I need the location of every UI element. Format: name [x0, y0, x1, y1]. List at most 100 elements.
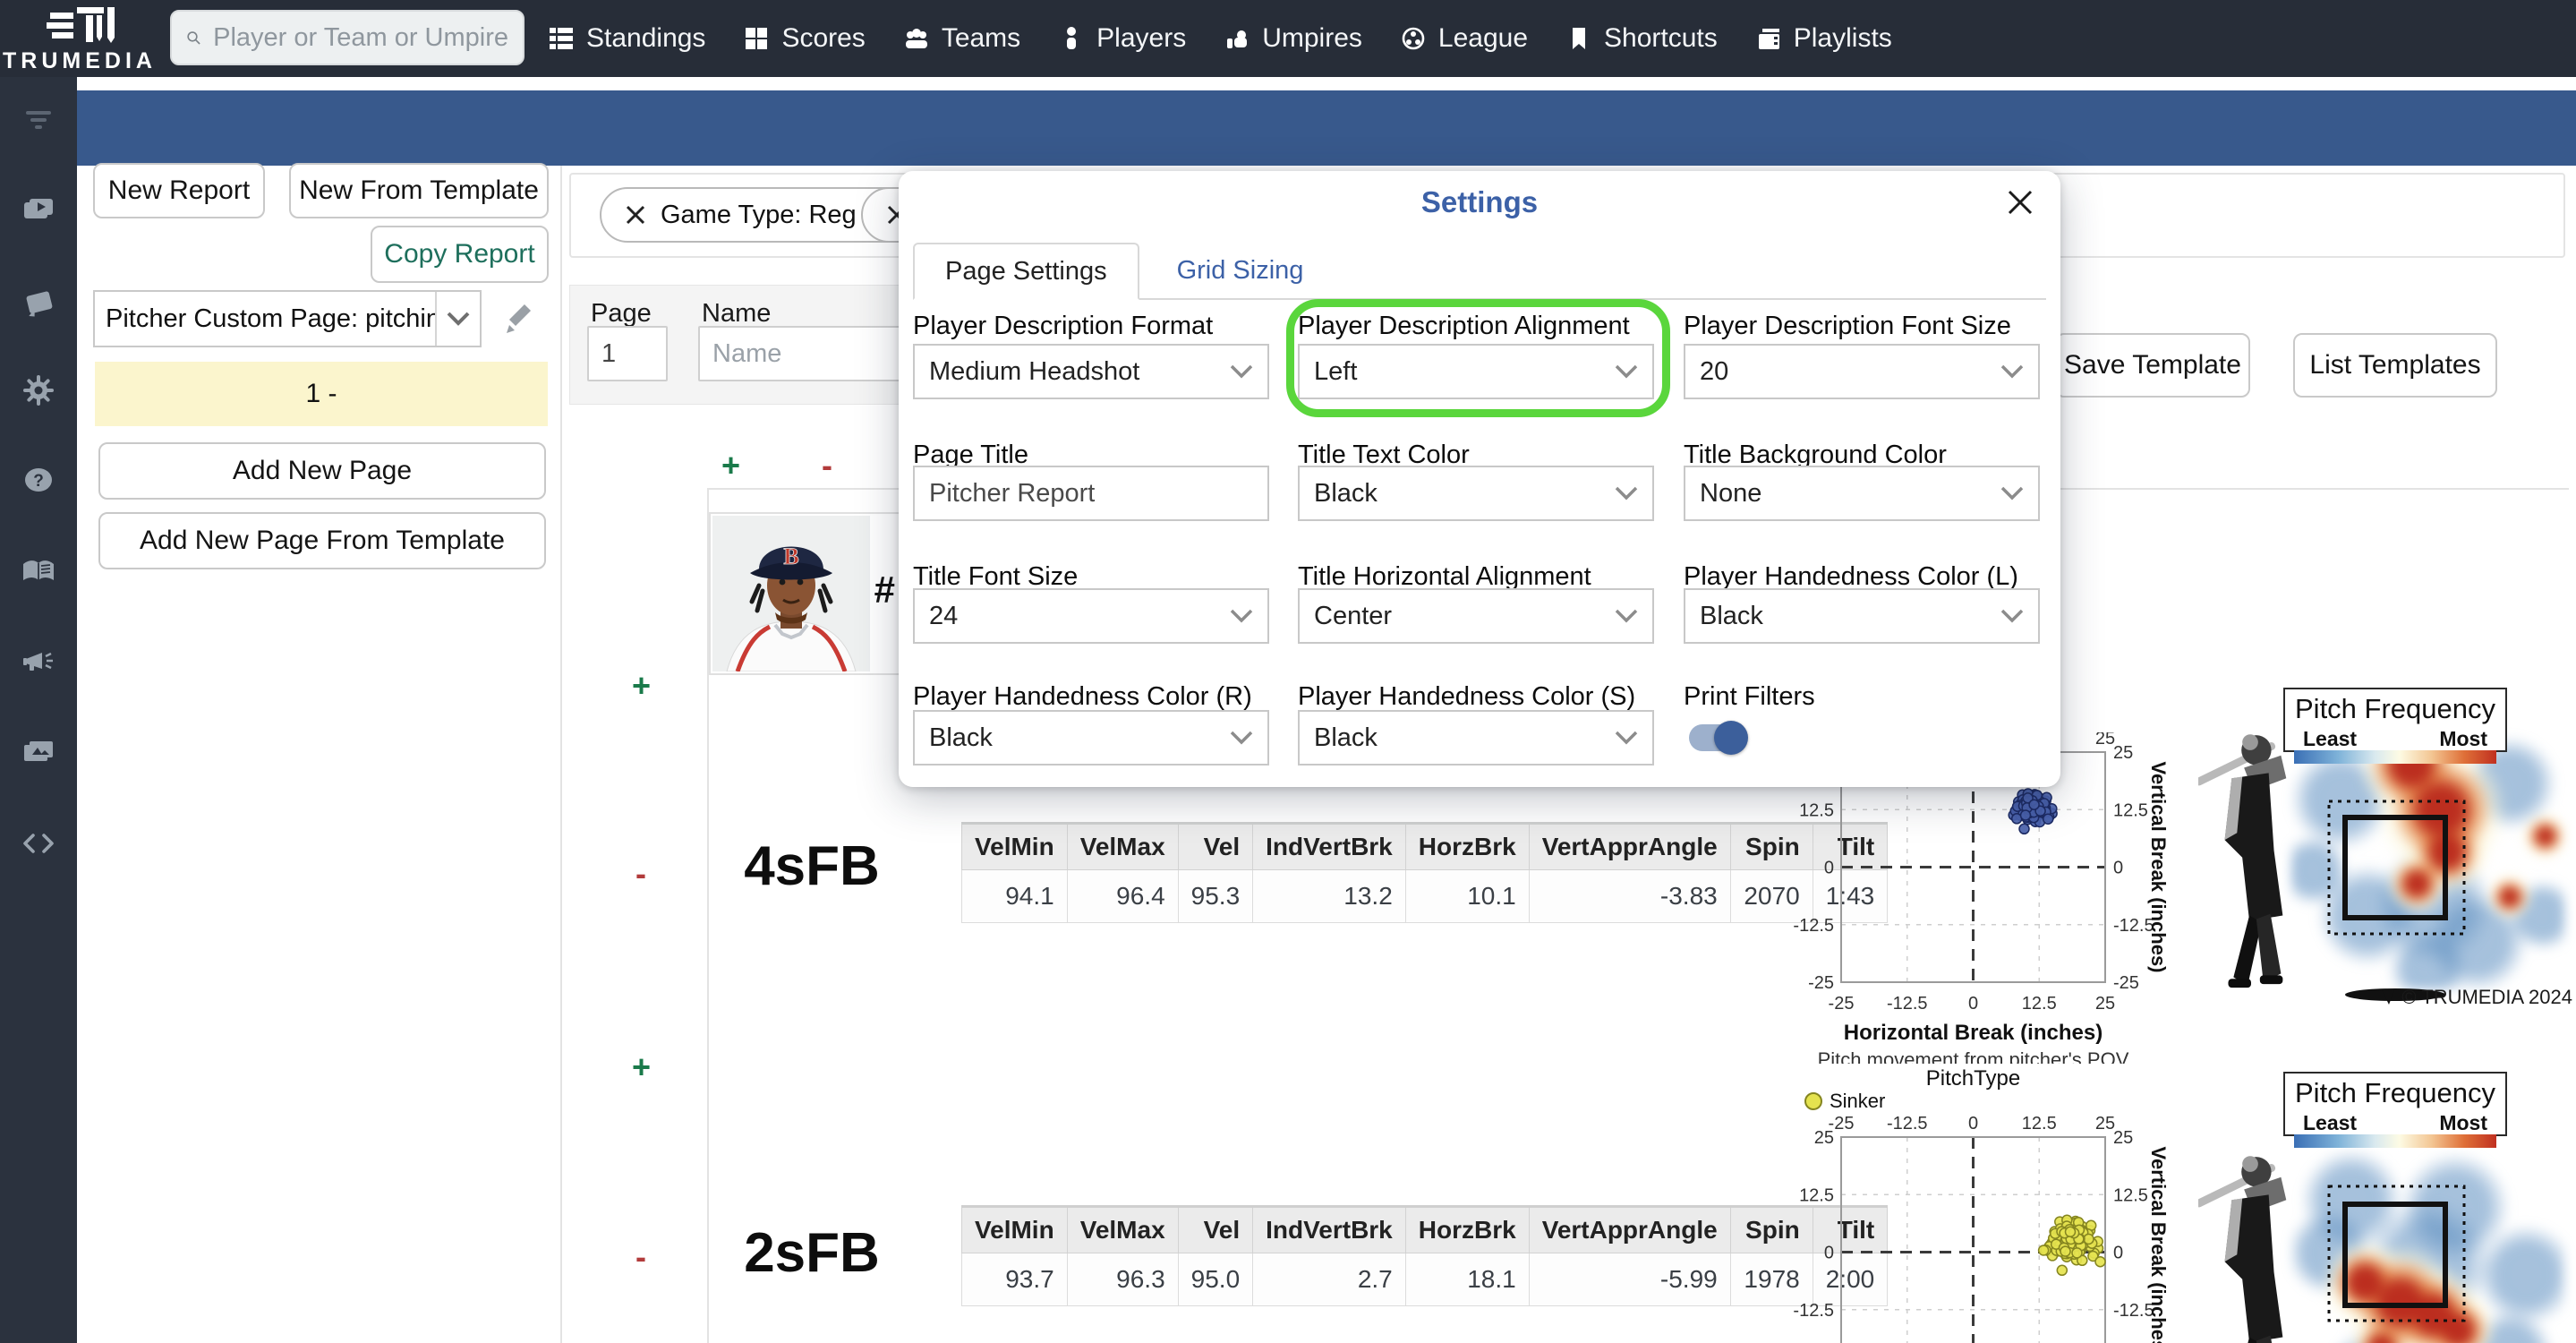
report-select-value: Pitcher Custom Page: pitching -...: [106, 304, 435, 333]
title-background-color-value: None: [1700, 478, 1762, 508]
col-header-Vel: Vel: [1177, 822, 1254, 870]
nav-item-scores[interactable]: Scores: [743, 23, 866, 54]
pitch-frequency-legend: Pitch Frequency Least Most: [2283, 1072, 2507, 1148]
remove-filter-icon[interactable]: [625, 204, 646, 226]
trumedia-logo-icon: [47, 7, 115, 43]
title-text-color-value: Black: [1314, 478, 1378, 508]
close-icon[interactable]: [2005, 187, 2035, 218]
save-template-button[interactable]: Save Template: [2055, 333, 2250, 398]
player-handedness-color-l-select[interactable]: Black: [1684, 588, 2040, 644]
pitch-stats-table-4sFB: VelMin VelMax Vel IndVertBrk HorzBrk VertAppr…: [961, 822, 1889, 923]
report-select[interactable]: Pitcher Custom Page: pitching -...: [93, 290, 482, 347]
page-number-input[interactable]: [587, 326, 668, 381]
umpires-icon: [1224, 25, 1250, 52]
add-section-button[interactable]: +: [632, 1051, 651, 1083]
add-section-button[interactable]: +: [632, 670, 651, 702]
col-header-VertApprAngle: VertApprAngle: [1528, 822, 1731, 870]
print-filters-label: Print Filters: [1684, 682, 1815, 711]
player-description-alignment-select[interactable]: Left: [1298, 344, 1654, 399]
player-number-prefix: #: [874, 569, 895, 611]
standings-icon: [548, 25, 575, 52]
video-playlist-icon[interactable]: [0, 192, 77, 227]
league-icon: [1400, 25, 1427, 52]
player-description-format-select[interactable]: Medium Headshot: [913, 344, 1269, 399]
add-new-page-from-template-button[interactable]: Add New Page From Template: [98, 512, 546, 569]
new-report-button[interactable]: New Report: [93, 163, 265, 218]
nav-item-label: Standings: [586, 23, 706, 53]
settings-modal-title: Settings: [1420, 185, 1539, 218]
title-horizontal-alignment-select[interactable]: Center: [1298, 588, 1654, 644]
stat-value: 94.1: [961, 869, 1068, 923]
title-background-color-select[interactable]: None: [1684, 466, 2040, 521]
tab-page-settings[interactable]: Page Settings: [913, 243, 1139, 300]
help-icon[interactable]: ?: [0, 462, 77, 498]
megaphone-icon[interactable]: [0, 645, 77, 680]
nav-item-label: Shortcuts: [1604, 23, 1718, 53]
title-horizontal-alignment-value: Center: [1314, 601, 1393, 630]
nav-item-standings[interactable]: Standings: [548, 23, 705, 54]
filter-icon[interactable]: [0, 102, 77, 138]
title-text-color-select[interactable]: Black: [1298, 466, 1654, 521]
edit-report-pencil-icon[interactable]: [503, 303, 537, 337]
add-row-button[interactable]: +: [721, 449, 740, 482]
nav-item-players[interactable]: Players: [1058, 23, 1186, 54]
nav-item-label: League: [1437, 23, 1529, 53]
svg-text:0: 0: [1968, 1114, 1978, 1133]
trumedia-watermark: © TRUMEDIA 2024: [2380, 986, 2572, 1009]
nav-item-shortcuts[interactable]: Shortcuts: [1565, 23, 1718, 54]
legend-most-label: Most: [2439, 727, 2487, 750]
list-templates-button[interactable]: List Templates: [2293, 333, 2497, 398]
remove-row-button[interactable]: -: [822, 449, 832, 482]
player-headshot: B: [712, 516, 870, 672]
gear-icon[interactable]: [0, 372, 77, 408]
remove-section-button[interactable]: -: [635, 1241, 646, 1273]
player-handedness-color-s-select[interactable]: Black: [1298, 710, 1654, 766]
title-font-size-select[interactable]: 24: [913, 588, 1269, 644]
col-header-VelMin: VelMin: [961, 1205, 1068, 1253]
whiteboard-icon[interactable]: [0, 285, 77, 321]
remove-section-button[interactable]: -: [635, 858, 646, 890]
search-icon: [187, 31, 200, 45]
book-icon[interactable]: [0, 553, 77, 589]
nav-item-umpires[interactable]: Umpires: [1224, 23, 1362, 54]
new-from-template-button[interactable]: New From Template: [289, 163, 549, 218]
tab-grid-sizing[interactable]: Grid Sizing: [1177, 256, 1304, 286]
stat-value: -5.99: [1528, 1253, 1731, 1306]
stat-value: 10.1: [1404, 869, 1530, 923]
add-new-page-button[interactable]: Add New Page: [98, 442, 546, 500]
blue-banner: [77, 90, 2576, 166]
col-header-Vel: Vel: [1177, 1205, 1254, 1253]
nav-item-label: Playlists: [1793, 23, 1892, 53]
nav-item-teams[interactable]: Teams: [903, 23, 1020, 54]
svg-text:0: 0: [2113, 1244, 2123, 1263]
svg-text:12.5: 12.5: [2113, 800, 2148, 820]
teams-icon: [903, 25, 930, 52]
copy-report-button[interactable]: Copy Report: [371, 226, 549, 283]
svg-text:25: 25: [2113, 1128, 2133, 1148]
player-description-font-size-select[interactable]: 20: [1684, 344, 2040, 399]
chevron-down-icon: [1615, 609, 1638, 623]
print-filters-toggle[interactable]: [1689, 721, 1748, 755]
svg-text:0: 0: [1824, 1244, 1834, 1263]
code-icon[interactable]: [0, 825, 77, 861]
trumedia-logo[interactable]: TRUMEDIA: [0, 0, 159, 77]
page-title-input[interactable]: [913, 466, 1269, 521]
name-column-label: Name: [702, 299, 772, 328]
svg-text:25: 25: [1814, 1128, 1834, 1148]
nav-item-playlists[interactable]: Playlists: [1755, 23, 1892, 54]
app-root: TRUMEDIA Player or Team or Umpire Standi…: [0, 0, 2576, 1343]
images-icon[interactable]: [0, 734, 77, 770]
nav-item-label: Umpires: [1262, 23, 1362, 53]
svg-text:12.5: 12.5: [1799, 800, 1834, 820]
global-search-input[interactable]: Player or Team or Umpire: [170, 10, 525, 65]
chevron-down-icon: [1615, 364, 1638, 379]
top-navbar: TRUMEDIA Player or Team or Umpire Standi…: [0, 0, 2576, 77]
page-column-label: Page: [591, 299, 652, 328]
settings-tabs: Page Settings Grid Sizing: [913, 243, 2046, 300]
nav-item-label: Players: [1096, 23, 1187, 53]
legend-least-label: Least: [2303, 727, 2358, 750]
page-list-row-1[interactable]: 1 -: [95, 362, 548, 426]
player-handedness-color-r-select[interactable]: Black: [913, 710, 1269, 766]
legend-least-label: Least: [2303, 1111, 2358, 1134]
nav-item-league[interactable]: League: [1400, 23, 1528, 54]
